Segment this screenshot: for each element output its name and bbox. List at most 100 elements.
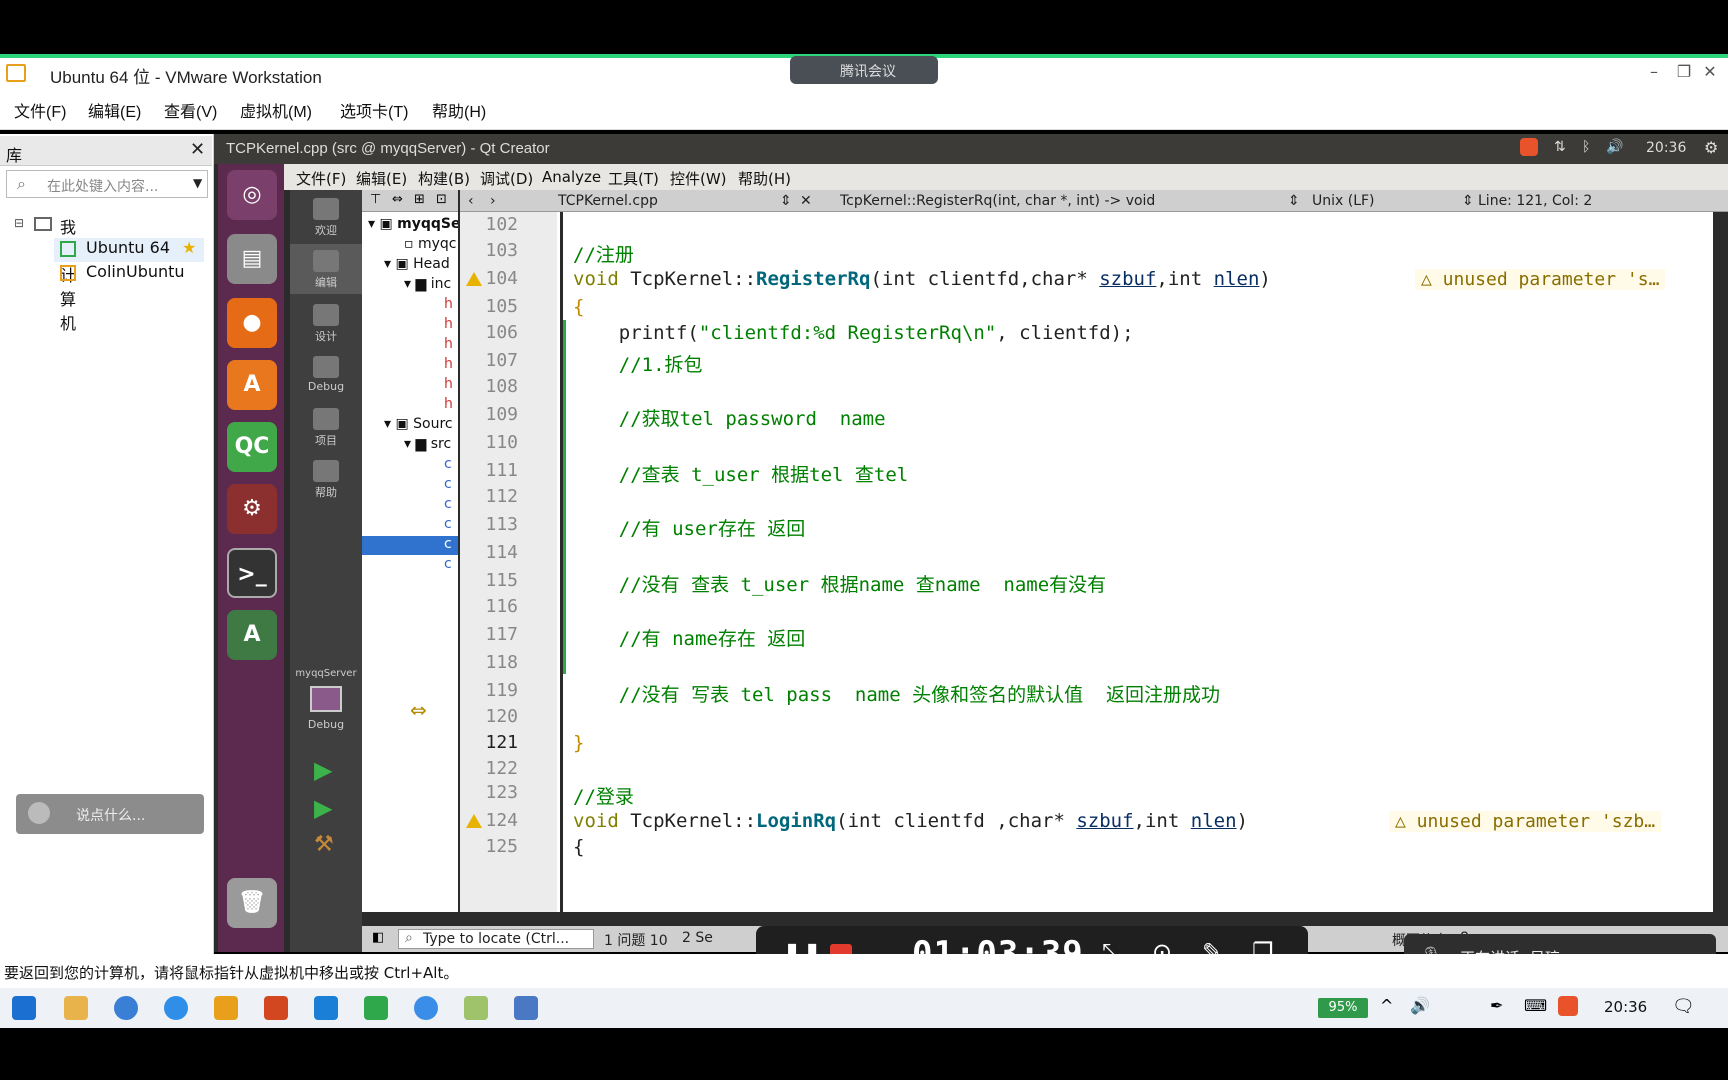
- warning-annotation[interactable]: △ unused parameter 'szb…: [1389, 811, 1662, 832]
- file-dropdown-icon[interactable]: ⇕: [780, 193, 792, 209]
- file-explorer-icon[interactable]: [64, 996, 88, 1020]
- tree-item-colinubuntu[interactable]: ColinUbuntu: [54, 262, 204, 286]
- tree-node-include[interactable]: ▾ ▆ inc: [362, 276, 458, 295]
- notepad-icon[interactable]: [464, 996, 488, 1020]
- kit-monitor-icon[interactable]: [310, 686, 342, 712]
- run-icon[interactable]: ▶: [314, 756, 332, 784]
- collapse-icon[interactable]: ⊟: [14, 216, 24, 230]
- build-hammer-icon[interactable]: ⚒: [314, 832, 334, 857]
- filter-icon[interactable]: ⊤: [370, 192, 381, 207]
- wechat-icon[interactable]: [364, 996, 388, 1020]
- volume-icon[interactable]: 🔊: [1410, 996, 1430, 1015]
- code-editor[interactable]: //注册 void TcpKernel::RegisterRq(int clie…: [563, 212, 1713, 912]
- warning-icon[interactable]: [466, 814, 482, 828]
- guest-display[interactable]: TCPKernel.cpp (src @ myqqServer) - Qt Cr…: [214, 134, 1728, 952]
- warning-annotation[interactable]: △ unused parameter 's…: [1415, 269, 1666, 290]
- firefox-icon[interactable]: ●: [227, 298, 277, 348]
- close-panel-icon[interactable]: ⊡: [436, 192, 447, 207]
- keyboard-icon[interactable]: ⌨: [1524, 996, 1547, 1015]
- menu-view[interactable]: 查看(V): [164, 98, 217, 122]
- restore-icon[interactable]: ❐: [1670, 60, 1698, 84]
- tree-node-headers[interactable]: ▾ ▣ Head: [362, 256, 458, 275]
- bluetooth-icon[interactable]: ᛒ: [1582, 139, 1590, 155]
- tree-node-cpp-file[interactable]: c: [362, 496, 458, 515]
- forward-icon[interactable]: ›: [490, 193, 496, 209]
- tree-node-cpp-file[interactable]: c: [362, 456, 458, 475]
- pen-icon[interactable]: ✒: [1490, 996, 1503, 1015]
- tree-node-pro-file[interactable]: ▫ myqc: [362, 236, 458, 255]
- tree-node-header-file[interactable]: h: [362, 376, 458, 395]
- qt-menu-file[interactable]: 文件(F): [296, 168, 346, 189]
- back-icon[interactable]: ‹: [468, 193, 474, 209]
- terminal-icon[interactable]: >_: [227, 548, 277, 598]
- battery-indicator[interactable]: 95%: [1318, 998, 1368, 1018]
- tree-node-header-file[interactable]: h: [362, 296, 458, 315]
- settings-icon[interactable]: ⚙: [227, 484, 277, 534]
- debug-run-icon[interactable]: ▶: [314, 794, 332, 822]
- close-icon[interactable]: ✕: [1696, 60, 1724, 84]
- qt-menu-widgets[interactable]: 控件(W): [670, 168, 727, 189]
- chat-input[interactable]: 说点什么...: [16, 794, 204, 834]
- menu-tabs[interactable]: 选项卡(T): [340, 98, 408, 122]
- taskbar-clock[interactable]: 20:36: [1604, 998, 1647, 1016]
- link-icon[interactable]: ⇔: [392, 192, 403, 207]
- tree-node-cpp-file[interactable]: c: [362, 516, 458, 535]
- qt-menu-build[interactable]: 构建(B): [418, 168, 470, 189]
- tree-node-header-file[interactable]: h: [362, 316, 458, 335]
- powerpoint-icon[interactable]: [264, 996, 288, 1020]
- tree-node-project[interactable]: ▾ ▣ myqqSe: [362, 216, 458, 235]
- tencent-meeting-icon[interactable]: [414, 996, 438, 1020]
- files-icon[interactable]: ▤: [227, 234, 277, 284]
- qt-menu-help[interactable]: 帮助(H): [738, 168, 791, 189]
- sogou-icon[interactable]: [1558, 996, 1578, 1016]
- editor-file-name[interactable]: TCPKernel.cpp: [558, 193, 658, 209]
- browser-icon[interactable]: [114, 996, 138, 1020]
- qt-menu-tools[interactable]: 工具(T): [608, 168, 659, 189]
- software-center-icon[interactable]: A: [227, 360, 277, 410]
- symbol-dropdown-icon[interactable]: ⇕: [1288, 193, 1300, 209]
- issues-tab[interactable]: 1 问题 10: [604, 930, 668, 950]
- trash-icon[interactable]: 🗑: [227, 878, 277, 928]
- photos-icon[interactable]: [314, 996, 338, 1020]
- menu-vm[interactable]: 虚拟机(M): [240, 98, 312, 122]
- menu-edit[interactable]: 编辑(E): [88, 98, 141, 122]
- chevron-up-icon[interactable]: ^: [1380, 996, 1393, 1015]
- mode-welcome[interactable]: 欢迎: [290, 192, 362, 242]
- tree-item-ubuntu64[interactable]: Ubuntu 64 ★: [54, 238, 204, 262]
- tree-node-sources[interactable]: ▾ ▣ Sourc: [362, 416, 458, 435]
- ubuntu-clock[interactable]: 20:36: [1646, 140, 1686, 156]
- qt-menu-edit[interactable]: 编辑(E): [356, 168, 407, 189]
- minimize-icon[interactable]: –: [1640, 60, 1668, 84]
- locator-input[interactable]: ⌕ Type to locate (Ctrl...: [398, 929, 594, 949]
- sogou-icon[interactable]: [1520, 138, 1538, 156]
- close-file-icon[interactable]: ✕: [800, 193, 812, 209]
- qt-menu-debug[interactable]: 调试(D): [480, 168, 533, 189]
- emoji-icon[interactable]: [28, 802, 50, 824]
- tree-node-cpp-file-selected[interactable]: c: [362, 536, 458, 555]
- mode-edit[interactable]: 编辑: [290, 244, 362, 294]
- split-icon[interactable]: ⊞: [414, 192, 425, 207]
- menu-file[interactable]: 文件(F): [14, 98, 66, 122]
- cursor-position[interactable]: Line: 121, Col: 2: [1478, 193, 1592, 209]
- tree-node-cpp-file[interactable]: c: [362, 556, 458, 575]
- tencent-meeting-badge[interactable]: 腾讯会议: [790, 56, 938, 84]
- line-ending[interactable]: Unix (LF): [1312, 193, 1375, 209]
- tree-node-header-file[interactable]: h: [362, 356, 458, 375]
- toggle-sidebar-icon[interactable]: ◧: [372, 930, 384, 945]
- dash-icon[interactable]: ◎: [227, 170, 277, 220]
- mode-help[interactable]: 帮助: [290, 454, 362, 504]
- tree-node-src[interactable]: ▾ ▆ src: [362, 436, 458, 455]
- tree-node-header-file[interactable]: h: [362, 336, 458, 355]
- editor-symbol[interactable]: TcpKernel::RegisterRq(int, char *, int) …: [840, 193, 1155, 209]
- kit-project-label[interactable]: myqqServer: [290, 668, 362, 679]
- menu-help[interactable]: 帮助(H): [432, 98, 486, 122]
- edge-icon[interactable]: [164, 996, 188, 1020]
- line-ending-dropdown-icon[interactable]: ⇕: [1462, 193, 1474, 209]
- calculator-icon[interactable]: [514, 996, 538, 1020]
- library-search-input[interactable]: ⌕ 在此处键入内容... ▼: [6, 170, 208, 198]
- warning-icon[interactable]: [466, 272, 482, 286]
- gear-icon[interactable]: ⚙: [1704, 138, 1718, 157]
- updater-icon[interactable]: A: [227, 610, 277, 660]
- qt-creator-icon[interactable]: QC: [227, 422, 277, 472]
- notification-icon[interactable]: 🗨: [1672, 996, 1695, 1017]
